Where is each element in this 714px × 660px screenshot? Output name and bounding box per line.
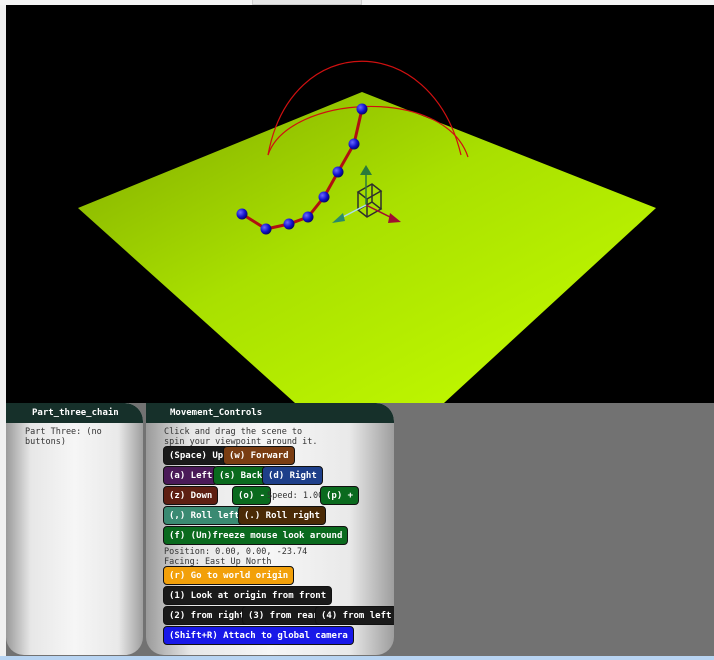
chain-panel-text: Part Three: (no buttons) [25, 427, 102, 447]
chain-joint [283, 218, 295, 230]
freeze-mouse-button[interactable]: (f) (Un)freeze mouse look around [163, 526, 349, 545]
left-button[interactable]: (a) Left [163, 466, 219, 485]
from-rear-button[interactable]: (3) from rear [242, 606, 325, 625]
ground-plane [78, 92, 656, 403]
chain-joint [302, 211, 314, 223]
position-readout: Position: 0.00, 0.00, -23.74 [164, 547, 308, 557]
look-front-button[interactable]: (1) Look at origin from front [163, 586, 333, 605]
chain-joint [318, 191, 330, 203]
speed-minus-button[interactable]: (o) - [232, 486, 272, 505]
from-left-button[interactable]: (4) from left [315, 606, 394, 625]
scene-canvas[interactable] [6, 5, 714, 403]
world-origin-button[interactable]: (r) Go to world origin [163, 566, 295, 585]
right-button[interactable]: (d) Right [262, 466, 323, 485]
chain-joint [332, 166, 344, 178]
movement-panel-title: Movement_Controls [146, 403, 394, 423]
up-button[interactable]: (Space) Up [163, 446, 230, 465]
chain-joint [260, 223, 272, 235]
from-right-button[interactable]: (2) from right [163, 606, 251, 625]
down-button[interactable]: (z) Down [163, 486, 219, 505]
attach-camera-button[interactable]: (Shift+R) Attach to global camera [163, 626, 354, 645]
speed-plus-button[interactable]: (p) + [320, 486, 360, 505]
back-button[interactable]: (s) Back [213, 466, 269, 485]
scene-svg [78, 60, 656, 403]
roll-right-button[interactable]: (.) Roll right [238, 506, 326, 525]
movement-panel: Movement_Controls Click and drag the sce… [146, 403, 394, 655]
roll-left-button[interactable]: (,) Roll left [163, 506, 246, 525]
chain-joint [348, 138, 360, 150]
chain-joint [356, 103, 368, 115]
chain-joint [236, 208, 248, 220]
bottom-edge-line [0, 656, 714, 660]
chain-panel: Part_three_chain Part Three: (no buttons… [6, 403, 143, 655]
chain-panel-title: Part_three_chain [6, 403, 143, 423]
help-text-line1: Click and drag the scene to [164, 427, 303, 437]
forward-button[interactable]: (w) Forward [223, 446, 295, 465]
speed-readout: Speed: 1.00 [267, 491, 324, 501]
